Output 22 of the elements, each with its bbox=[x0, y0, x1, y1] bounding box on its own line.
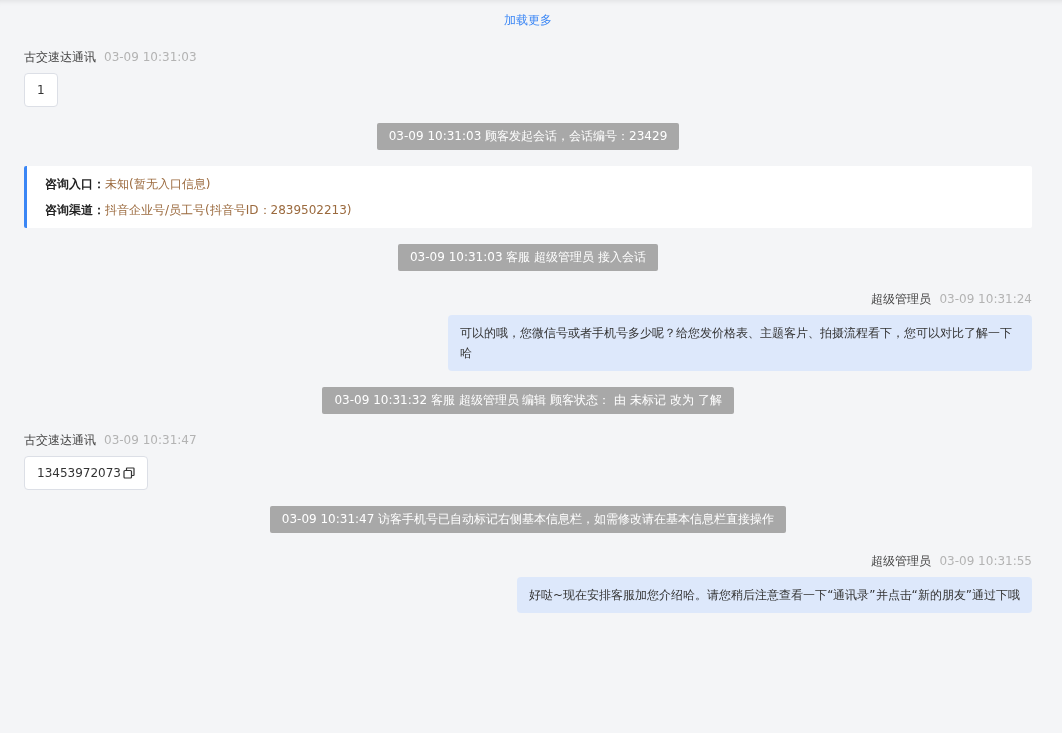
message-time: 03-09 10:31:47 bbox=[104, 433, 197, 447]
load-more-link[interactable]: 加载更多 bbox=[504, 12, 552, 29]
info-label: 咨询渠道： bbox=[45, 202, 105, 219]
system-notice: 03-09 10:31:47 访客手机号已自动标记右侧基本信息栏，如需修改请在基本信息栏直接操作 bbox=[269, 506, 787, 533]
message-bubble: 可以的哦，您微信号或者手机号多少呢？给您发价格表、主题客片、拍摄流程看下，您可以对比了解一下哈 bbox=[448, 315, 1032, 371]
info-value: 未知(暂无入口信息) bbox=[105, 176, 211, 193]
message-time: 03-09 10:31:55 bbox=[939, 554, 1032, 568]
info-label: 咨询入口： bbox=[45, 176, 105, 193]
message-time: 03-09 10:31:24 bbox=[939, 292, 1032, 306]
sender-name: 超级管理员 bbox=[871, 553, 932, 570]
copy-icon[interactable] bbox=[123, 467, 135, 479]
system-notice: 03-09 10:31:03 客服 超级管理员 接入会话 bbox=[398, 244, 658, 271]
system-notice: 03-09 10:31:03 顾客发起会话，会话编号：23429 bbox=[376, 123, 680, 150]
system-notice: 03-09 10:31:32 客服 超级管理员 编辑 顾客状态： 由 未标记 改为 了解 bbox=[322, 387, 734, 414]
sender-name: 古交速达通讯 bbox=[24, 49, 96, 66]
message-bubble: 好哒~现在安排客服加您介绍哈。请您稍后注意查看一下“通讯录”并点击“新的朋友”通过下哦 bbox=[517, 577, 1032, 613]
message-bubble: 1 bbox=[24, 73, 58, 107]
info-value: 抖音企业号/员工号(抖音号ID：2839502213) bbox=[105, 202, 352, 219]
sender-name: 超级管理员 bbox=[871, 291, 932, 308]
message-time: 03-09 10:31:03 bbox=[104, 50, 197, 64]
sender-name: 古交速达通讯 bbox=[24, 432, 96, 449]
message-bubble: 13453972073 bbox=[24, 456, 148, 490]
